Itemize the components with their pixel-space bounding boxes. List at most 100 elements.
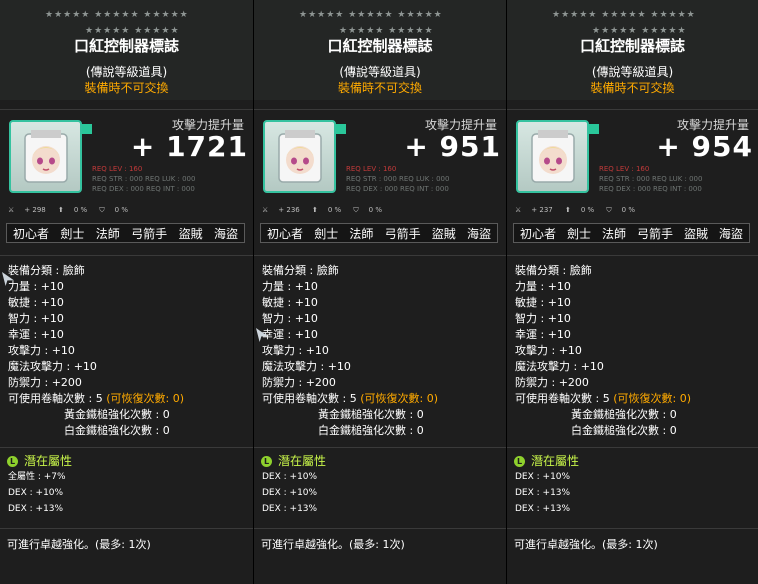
job-magician: 法師 bbox=[95, 226, 120, 241]
legendary-grade-icon: L bbox=[261, 455, 272, 467]
divider bbox=[254, 528, 506, 529]
star-force-row-1: ★★★★★ ★★★★★ ★★★★★ bbox=[45, 10, 189, 20]
potential-section: L 潛在屬性 全屬性 : +7% DEX : +10% DEX : +13% bbox=[7, 453, 72, 517]
req-level: REQ LEV : 160 bbox=[92, 165, 143, 173]
item-grade: (傳說等級道具) bbox=[339, 65, 421, 79]
attack-increase-value: + 1721 bbox=[130, 130, 248, 163]
potential-line: DEX : +13% bbox=[515, 488, 571, 498]
legendary-grade-icon: L bbox=[7, 455, 18, 467]
face-accessory-icon bbox=[278, 130, 322, 183]
job-restriction-bar: 初心者 劍士 法師 弓箭手 盜賊 海盜 bbox=[513, 223, 750, 243]
stat-bar-value: 0 % bbox=[327, 206, 342, 214]
stat-line: 防禦力 : +200 bbox=[515, 376, 589, 389]
shield-icon: ⛉ bbox=[353, 206, 359, 214]
stat-summary-bar: ⚔ + 298 ⬆ 0 % ⛉ 0 % bbox=[8, 206, 138, 215]
job-bowman: 弓箭手 bbox=[636, 226, 673, 241]
grade-flag-icon bbox=[82, 124, 92, 134]
requirements: REQ LEV : 160 REQ STR : 000 REQ LUK : 00… bbox=[92, 164, 195, 194]
stat-line: 裝備分類 : 臉飾 bbox=[515, 264, 592, 277]
potential-line: DEX : +13% bbox=[262, 504, 318, 514]
potential-line: DEX : +13% bbox=[515, 504, 571, 514]
stat-line: 智力 : +10 bbox=[8, 312, 64, 325]
shield-icon: ⛉ bbox=[606, 206, 612, 214]
stat-bar-value: + 236 bbox=[278, 206, 300, 214]
divider bbox=[0, 255, 253, 256]
stat-line: 敏捷 : +10 bbox=[8, 296, 64, 309]
item-stats: 裝備分類 : 臉飾 力量 : +10 敏捷 : +10 智力 : +10 幸運 … bbox=[8, 263, 184, 439]
requirements: REQ LEV : 160 REQ STR : 000 REQ LUK : 00… bbox=[599, 164, 702, 194]
item-grade: (傳說等級道具) bbox=[591, 65, 674, 79]
req-stats: REQ STR : 000 REQ LUK : 000 bbox=[92, 175, 196, 183]
star-force-row-1: ★★★★★ ★★★★★ ★★★★★ bbox=[552, 10, 696, 20]
stat-bar-value: 0 % bbox=[368, 206, 383, 214]
tooltip-header: 口紅控制器標誌 (傳說等級道具) 裝備時不可交換 bbox=[507, 36, 758, 96]
item-grade: (傳說等級道具) bbox=[85, 65, 168, 79]
stat-line: 防禦力 : +200 bbox=[262, 376, 336, 389]
item-icon-frame bbox=[516, 120, 589, 193]
restore-count: (可恢復次數: 0) bbox=[106, 392, 184, 405]
untradable-notice: 裝備時不可交換 bbox=[84, 81, 169, 95]
req-level: REQ LEV : 160 bbox=[599, 165, 650, 173]
upgrade-count: 可使用卷軸次數 : 5 bbox=[262, 392, 357, 405]
star-force-row-2: ★★★★★ ★★★★★ bbox=[85, 26, 180, 36]
job-beginner: 初心者 bbox=[267, 226, 304, 241]
restore-count: (可恢復次數: 0) bbox=[360, 392, 438, 405]
job-magician: 法師 bbox=[601, 226, 626, 241]
stat-line: 智力 : +10 bbox=[515, 312, 571, 325]
item-stats: 裝備分類 : 臉飾 力量 : +10 敏捷 : +10 智力 : +10 幸運 … bbox=[515, 263, 691, 439]
stat-line: 敏捷 : +10 bbox=[515, 296, 571, 309]
req-level: REQ LEV : 160 bbox=[346, 165, 397, 173]
item-tooltip-2: ★★★★★ ★★★★★ ★★★★★ ★★★★★ ★★★★★ 口紅控制器標誌 (傳… bbox=[254, 0, 507, 584]
job-pirate: 海盜 bbox=[466, 226, 491, 241]
divider bbox=[0, 447, 253, 448]
divider bbox=[254, 447, 506, 448]
restore-count: (可恢復次數: 0) bbox=[613, 392, 691, 405]
job-thief: 盜賊 bbox=[178, 226, 203, 241]
item-title: 口紅控制器標誌 bbox=[327, 37, 433, 55]
platinum-hammer-count: 白金鐵槌強化次數 : 0 bbox=[318, 424, 424, 437]
gold-hammer-count: 黃金鐵槌強化次數 : 0 bbox=[571, 408, 677, 421]
potential-line: DEX : +10% bbox=[8, 488, 64, 498]
stat-line: 魔法攻擊力 : +10 bbox=[515, 360, 604, 373]
divider bbox=[254, 255, 506, 256]
grade-flag-icon bbox=[336, 124, 346, 134]
stat-line: 攻擊力 : +10 bbox=[8, 344, 75, 357]
item-stats: 裝備分類 : 臉飾 力量 : +10 敏捷 : +10 智力 : +10 幸運 … bbox=[262, 263, 438, 439]
upgrade-slots: 可使用卷軸次數 : 5 (可恢復次數: 0) bbox=[515, 391, 691, 407]
stat-bar-value: 0 % bbox=[580, 206, 595, 214]
divider bbox=[507, 447, 758, 448]
potential-line: DEX : +10% bbox=[262, 472, 318, 482]
upgrade-count: 可使用卷軸次數 : 5 bbox=[8, 392, 103, 405]
upgrade-icon: ⬆ bbox=[57, 206, 64, 214]
stat-line: 魔法攻擊力 : +10 bbox=[8, 360, 97, 373]
job-warrior: 劍士 bbox=[314, 226, 339, 241]
face-accessory-icon bbox=[531, 130, 575, 183]
upgrade-icon: ⬆ bbox=[564, 206, 571, 214]
item-tooltip-3: ★★★★★ ★★★★★ ★★★★★ ★★★★★ ★★★★★ 口紅控制器標誌 (傳… bbox=[507, 0, 758, 584]
divider bbox=[0, 528, 253, 529]
req-stats-2: REQ DEX : 000 REQ INT : 000 bbox=[92, 185, 195, 193]
stat-bar-value: 0 % bbox=[114, 206, 129, 214]
stat-line: 幸運 : +10 bbox=[515, 328, 571, 341]
job-warrior: 劍士 bbox=[566, 226, 591, 241]
star-force-row-2: ★★★★★ ★★★★★ bbox=[339, 26, 434, 36]
attack-increase-value: + 954 bbox=[656, 130, 753, 163]
stat-line: 裝備分類 : 臉飾 bbox=[262, 264, 339, 277]
stat-line: 力量 : +10 bbox=[515, 280, 571, 293]
job-beginner: 初心者 bbox=[13, 226, 50, 241]
potential-header: L 潛在屬性 bbox=[7, 453, 72, 469]
job-restriction-bar: 初心者 劍士 法師 弓箭手 盜賊 海盜 bbox=[260, 223, 498, 243]
potential-header: L 潛在屬性 bbox=[261, 453, 326, 469]
gold-hammer-count: 黃金鐵槌強化次數 : 0 bbox=[64, 408, 170, 421]
star-force-row-1: ★★★★★ ★★★★★ ★★★★★ bbox=[299, 10, 443, 20]
job-pirate: 海盜 bbox=[718, 226, 743, 241]
attack-increase-value: + 951 bbox=[404, 130, 501, 163]
req-stats-2: REQ DEX : 000 REQ INT : 000 bbox=[599, 185, 702, 193]
job-beginner: 初心者 bbox=[520, 226, 557, 241]
item-icon-frame bbox=[9, 120, 82, 193]
potential-label: 潛在屬性 bbox=[531, 454, 580, 468]
potential-label: 潛在屬性 bbox=[278, 454, 327, 468]
stat-line: 裝備分類 : 臉飾 bbox=[8, 264, 85, 277]
stat-line: 智力 : +10 bbox=[262, 312, 318, 325]
potential-line: DEX : +13% bbox=[8, 504, 64, 514]
